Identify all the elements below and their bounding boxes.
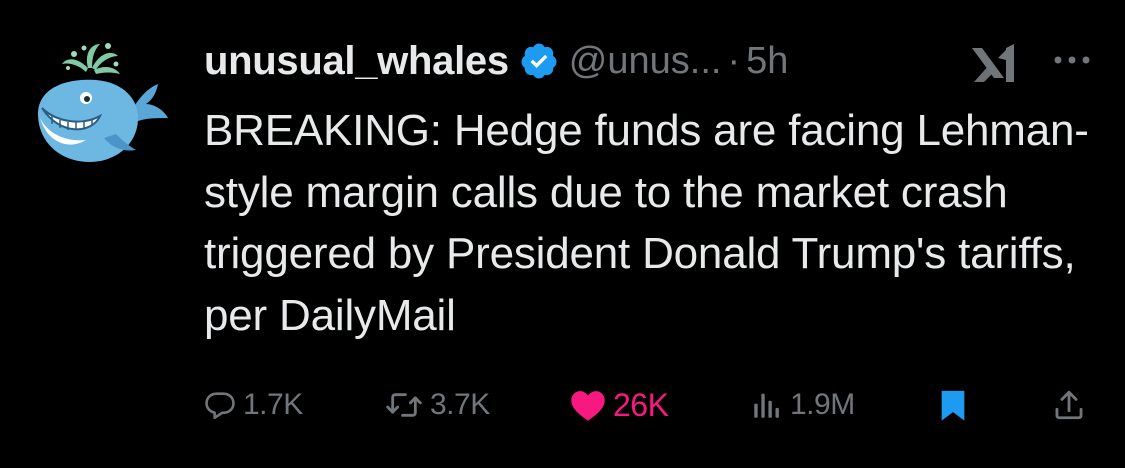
retweet-count: 3.7K bbox=[430, 388, 490, 421]
author-handle[interactable]: @unus... bbox=[569, 40, 722, 83]
author-display-name[interactable]: unusual_whales bbox=[204, 39, 509, 84]
heart-icon bbox=[571, 391, 605, 421]
like-button[interactable]: 26K bbox=[569, 380, 669, 430]
share-icon bbox=[1055, 390, 1083, 420]
share-button[interactable] bbox=[1052, 380, 1086, 430]
separator-dot: · bbox=[727, 39, 741, 82]
retweet-icon bbox=[386, 393, 422, 417]
tweet-timestamp[interactable]: 5h bbox=[746, 40, 788, 83]
tweet-header: unusual_whales @unus... · 5h bbox=[204, 36, 788, 86]
reply-count: 1.7K bbox=[243, 388, 303, 421]
whale-avatar-icon[interactable] bbox=[26, 38, 176, 168]
reply-button[interactable]: 1.7K bbox=[203, 380, 303, 430]
bookmark-icon bbox=[941, 390, 965, 421]
tweet-text: BREAKING: Hedge funds are facing Lehman-… bbox=[204, 106, 1089, 340]
reply-icon bbox=[205, 392, 235, 420]
more-options-icon[interactable] bbox=[1052, 50, 1092, 70]
verified-badge-icon bbox=[521, 43, 557, 79]
tweet-actions-bar: 1.7K 3.7K 26K 1.9M bbox=[0, 380, 1125, 430]
views-button[interactable]: 1.9M bbox=[750, 380, 855, 430]
tweet-card[interactable]: unusual_whales @unus... · 5h BREAKING: H… bbox=[0, 0, 1125, 468]
bookmark-button[interactable] bbox=[937, 380, 969, 430]
like-count: 26K bbox=[613, 386, 669, 423]
retweet-button[interactable]: 3.7K bbox=[384, 380, 490, 430]
grok-icon[interactable] bbox=[968, 42, 1022, 84]
views-count: 1.9M bbox=[790, 388, 855, 421]
views-chart-icon bbox=[754, 393, 779, 418]
